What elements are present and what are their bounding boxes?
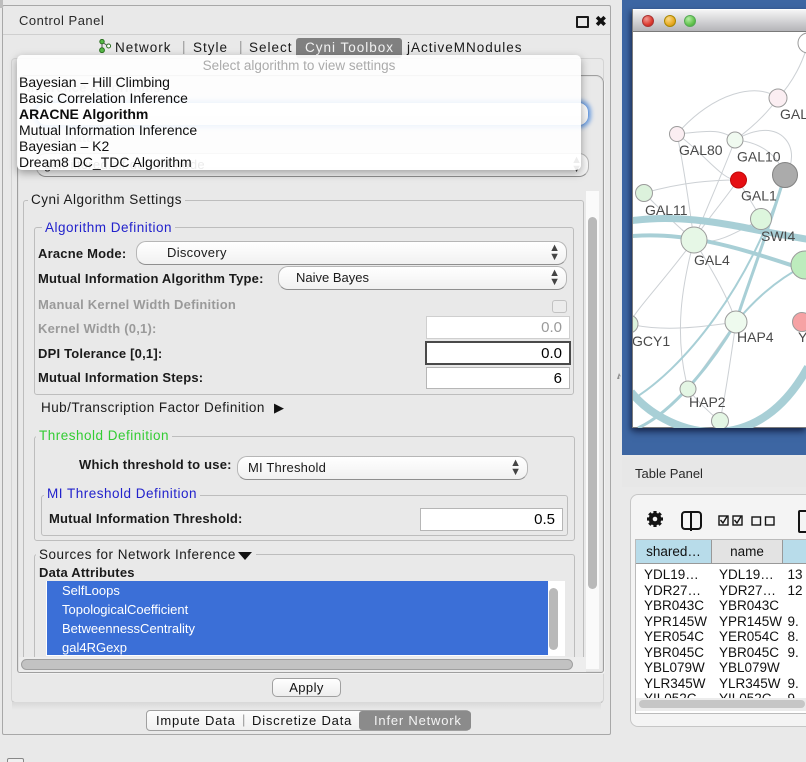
svg-text:GAL1: GAL1 (741, 188, 777, 204)
svg-text:GAL4: GAL4 (694, 252, 730, 268)
svg-text:GAL10: GAL10 (737, 149, 781, 165)
svg-text:GAL11: GAL11 (645, 202, 688, 218)
svg-text:GCY1: GCY1 (633, 333, 670, 349)
svg-text:GAL80: GAL80 (679, 142, 723, 158)
svg-text:Y: Y (798, 329, 806, 345)
svg-text:GAL: GAL (780, 106, 806, 122)
svg-text:HAP2: HAP2 (689, 394, 726, 410)
svg-text:SWI4: SWI4 (761, 228, 795, 244)
svg-text:HAP4: HAP4 (737, 329, 774, 345)
